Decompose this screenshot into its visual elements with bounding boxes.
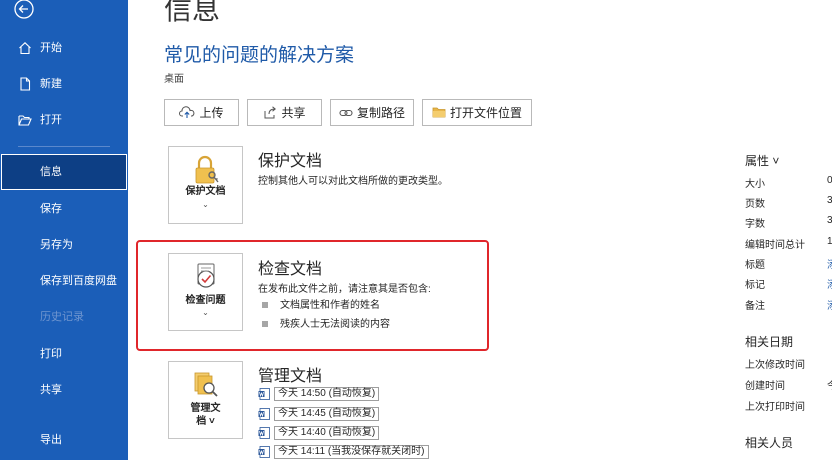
folder-open-icon bbox=[18, 113, 32, 127]
manage-document-button-label-line1: 管理文 bbox=[190, 403, 221, 414]
sidebar-item-home[interactable]: 开始 bbox=[0, 30, 128, 66]
document-location: 桌面 bbox=[164, 74, 184, 85]
version-link[interactable]: 今天 14:40 (自动恢复) bbox=[258, 425, 380, 440]
chevron-down-icon: ⌄ bbox=[202, 200, 209, 209]
version-link-text: 今天 14:45 (自动恢复) bbox=[274, 406, 380, 421]
sidebar-item-label: 导出 bbox=[40, 434, 62, 446]
inspect-document-description: 在发布此文件之前，请注意其是否包含: bbox=[258, 284, 431, 295]
word-document-icon bbox=[258, 426, 270, 439]
property-value[interactable]: 添 bbox=[827, 276, 832, 291]
version-link[interactable]: 今天 14:11 (当我没保存就关闭时) bbox=[258, 444, 429, 459]
share-button-label: 共享 bbox=[281, 106, 306, 120]
inspect-bullet-item: 残疾人士无法阅读的内容 bbox=[262, 315, 390, 330]
lock-key-icon bbox=[192, 155, 220, 185]
manage-document-button-label-line2: 档 ˅ bbox=[196, 416, 215, 427]
document-title: 常见的问题的解决方案 bbox=[164, 45, 355, 66]
chevron-down-icon: ⌄ bbox=[202, 308, 209, 317]
related-dates-heading: 相关日期 bbox=[745, 335, 794, 349]
sidebar-item-label: 打印 bbox=[40, 348, 62, 360]
new-document-icon bbox=[18, 77, 32, 91]
sidebar-item-export[interactable]: 导出 bbox=[0, 422, 128, 458]
sidebar-item-label: 共享 bbox=[40, 384, 62, 396]
manage-document-icon bbox=[192, 370, 220, 400]
property-label: 大小 bbox=[745, 179, 765, 190]
related-people-heading: 相关人员 bbox=[745, 436, 794, 450]
protect-document-title: 保护文档 bbox=[258, 153, 323, 170]
page-title: 信息 bbox=[164, 0, 221, 25]
open-file-location-button[interactable]: 打开文件位置 bbox=[422, 99, 532, 126]
protect-document-button-label: 保护文档 bbox=[185, 186, 226, 197]
date-label: 上次打印时间 bbox=[745, 402, 805, 413]
sidebar-item-label: 新建 bbox=[40, 78, 62, 90]
date-value: 今 bbox=[827, 377, 832, 392]
property-value[interactable]: 添 bbox=[827, 297, 832, 312]
protect-document-description: 控制其他人可以对此文档所做的更改类型。 bbox=[258, 176, 448, 187]
link-icon bbox=[339, 109, 353, 116]
copy-path-button-label: 复制路径 bbox=[356, 106, 405, 120]
sidebar-item-info[interactable]: 信息 bbox=[1, 154, 127, 190]
sidebar-item-share[interactable]: 共享 bbox=[0, 372, 128, 408]
property-label: 备注 bbox=[745, 301, 765, 312]
word-document-icon bbox=[258, 387, 270, 400]
inspect-document-title: 检查文档 bbox=[258, 261, 323, 278]
property-value: 0 bbox=[827, 175, 832, 186]
protect-document-button[interactable]: 保护文档 ⌄ bbox=[168, 146, 243, 224]
sidebar-item-save-as[interactable]: 另存为 bbox=[0, 227, 128, 263]
property-value: 3 bbox=[827, 195, 832, 206]
sidebar-item-save-to-baidu-netdisk[interactable]: 保存到百度网盘 bbox=[0, 263, 128, 299]
check-for-issues-button[interactable]: 检查问题 ⌄ bbox=[168, 253, 243, 331]
check-for-issues-button-label: 检查问题 bbox=[185, 295, 226, 306]
home-icon bbox=[18, 41, 32, 55]
property-label: 标题 bbox=[745, 260, 765, 271]
upload-button-label: 上传 bbox=[199, 106, 224, 120]
open-file-location-button-label: 打开文件位置 bbox=[449, 106, 522, 120]
inspect-document-icon bbox=[192, 262, 220, 292]
sidebar-item-label: 保存到百度网盘 bbox=[40, 275, 117, 287]
property-value: 3 bbox=[827, 215, 832, 226]
sidebar-item-save[interactable]: 保存 bbox=[0, 191, 128, 227]
property-label: 字数 bbox=[745, 219, 765, 230]
inspect-bullet-item: 文档属性和作者的姓名 bbox=[262, 296, 380, 311]
folder-icon bbox=[432, 107, 446, 118]
sidebar-item-print[interactable]: 打印 bbox=[0, 336, 128, 372]
word-document-icon bbox=[258, 407, 270, 420]
back-arrow-icon[interactable] bbox=[12, 0, 36, 22]
sidebar-item-label: 打开 bbox=[40, 114, 62, 126]
sidebar-item-label: 开始 bbox=[40, 42, 62, 54]
version-link[interactable]: 今天 14:45 (自动恢复) bbox=[258, 406, 380, 421]
word-document-icon bbox=[258, 445, 270, 458]
sidebar-item-label: 信息 bbox=[40, 166, 62, 178]
version-link-text: 今天 14:11 (当我没保存就关闭时) bbox=[274, 444, 429, 459]
property-value[interactable]: 添 bbox=[827, 256, 832, 271]
property-value: 1 bbox=[827, 236, 832, 247]
property-label: 标记 bbox=[745, 280, 765, 291]
copy-path-button[interactable]: 复制路径 bbox=[330, 99, 414, 126]
version-link-text: 今天 14:50 (自动恢复) bbox=[274, 386, 380, 401]
share-button[interactable]: 共享 bbox=[247, 99, 322, 126]
property-label: 页数 bbox=[745, 199, 765, 210]
sidebar-item-label: 历史记录 bbox=[40, 311, 84, 323]
cloud-upload-icon bbox=[179, 106, 195, 118]
manage-document-button[interactable]: 管理文 档 ˅ bbox=[168, 361, 243, 439]
backstage-sidebar: 开始 新建 打开 信息 保存 另存为 保存到百度网盘 历史记录 打印 共享 导出 bbox=[0, 0, 128, 460]
version-link-text: 今天 14:40 (自动恢复) bbox=[274, 425, 380, 440]
version-link[interactable]: 今天 14:50 (自动恢复) bbox=[258, 386, 380, 401]
sidebar-item-open[interactable]: 打开 bbox=[0, 102, 128, 138]
upload-button[interactable]: 上传 bbox=[164, 99, 239, 126]
properties-heading[interactable]: 属性 ˅ bbox=[745, 152, 779, 169]
sidebar-item-history: 历史记录 bbox=[0, 299, 128, 335]
property-label: 编辑时间总计 bbox=[745, 240, 805, 251]
sidebar-divider bbox=[18, 146, 110, 147]
date-label: 创建时间 bbox=[745, 381, 785, 392]
sidebar-item-label: 保存 bbox=[40, 203, 62, 215]
date-label: 上次修改时间 bbox=[745, 360, 805, 371]
manage-document-button-label-line2-text: 档 bbox=[196, 416, 207, 427]
sidebar-item-new[interactable]: 新建 bbox=[0, 66, 128, 102]
manage-document-title: 管理文档 bbox=[258, 368, 323, 385]
sidebar-item-label: 另存为 bbox=[40, 239, 73, 251]
share-icon bbox=[264, 106, 277, 119]
